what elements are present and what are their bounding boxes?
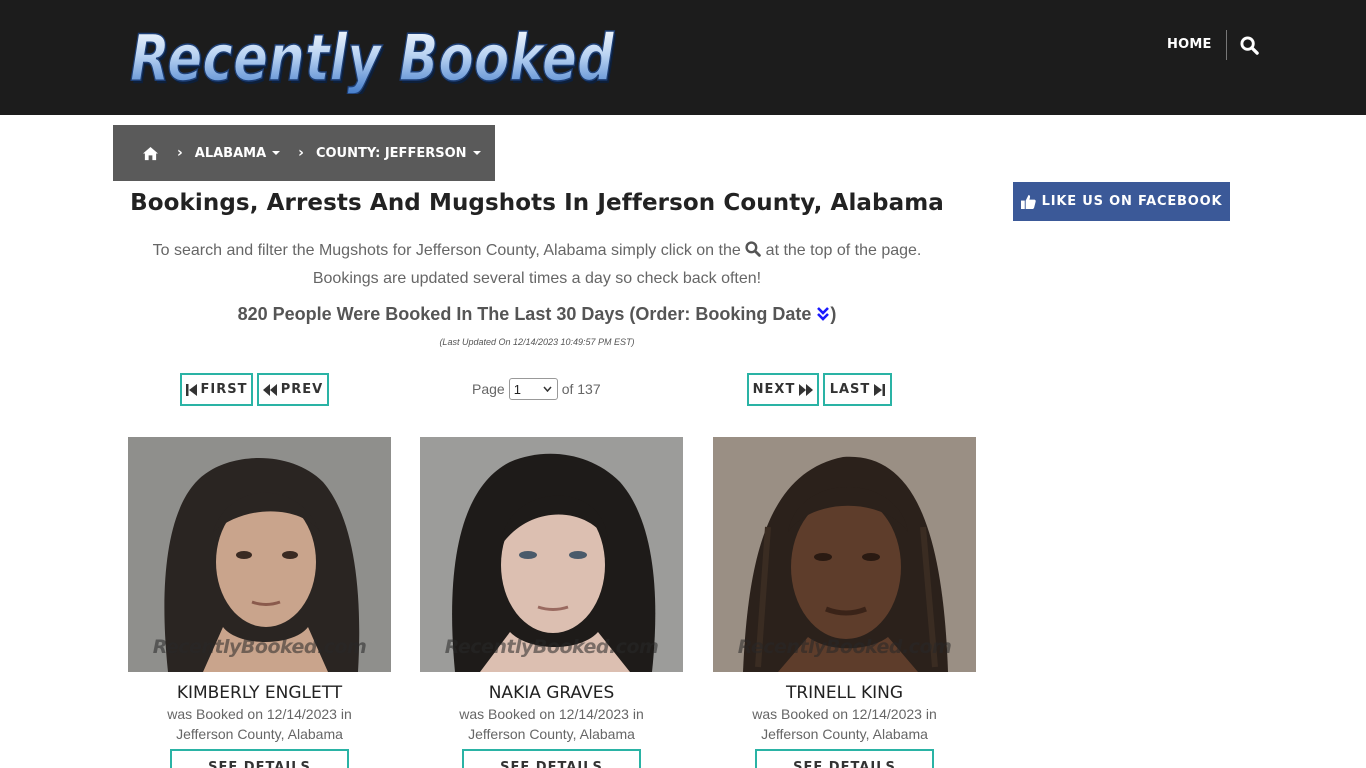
intro-text: To search and filter the Mugshots for Je… [113,238,961,292]
see-details-button[interactable]: SEE DETAILS [170,749,349,768]
booking-count-text: 820 People Were Booked In The Last 30 Da… [237,304,812,324]
page-select-value: 1 [513,381,521,397]
booking-card[interactable]: RecentlyBooked.com TRINELL KING was Book… [713,437,976,768]
nav-home-link[interactable]: HOME [1160,30,1227,60]
last-page-button[interactable]: LAST [823,373,892,406]
thumbs-up-icon [1020,194,1036,209]
person-name[interactable]: TRINELL KING [713,683,976,703]
search-icon [1240,35,1259,55]
booking-location-line: Jefferson County, Alabama [761,726,928,742]
mugshot-photo[interactable]: RecentlyBooked.com [128,437,391,672]
double-chevron-down-icon [817,307,830,321]
backward-icon [262,383,277,396]
page-title: Bookings, Arrests And Mugshots In Jeffer… [130,190,944,216]
photo-watermark: RecentlyBooked.com [444,636,659,658]
booking-location-line: Jefferson County, Alabama [468,726,635,742]
site-logo[interactable]: Recently Booked Recently Booked [126,18,616,94]
site-header: Recently Booked Recently Booked HOME [0,0,1366,115]
booking-card[interactable]: RecentlyBooked.com KIMBERLY ENGLETT was … [128,437,391,768]
booking-count-close: ) [830,304,837,324]
page-select[interactable]: 1 [508,378,558,400]
booking-count: 820 People Were Booked In The Last 30 Da… [113,304,961,327]
booking-card[interactable]: RecentlyBooked.com NAKIA GRAVES was Book… [420,437,683,768]
breadcrumb: › ALABAMA › COUNTY: JEFFERSON [113,125,495,181]
facebook-like-button[interactable]: LIKE US ON FACEBOOK [1013,182,1230,221]
home-icon [143,146,158,160]
last-page-label: LAST [829,382,871,397]
prev-page-label: PREV [280,382,324,397]
caret-down-icon [272,151,281,155]
next-page-label: NEXT [752,382,796,397]
facebook-like-label: LIKE US ON FACEBOOK [1041,194,1223,209]
breadcrumb-county-dropdown[interactable]: COUNTY: JEFFERSON [316,146,481,161]
booking-date-line: was Booked on 12/14/2023 in [459,706,644,722]
see-details-button[interactable]: SEE DETAILS [755,749,934,768]
prev-page-button[interactable]: PREV [257,373,329,406]
step-backward-icon [185,383,197,396]
breadcrumb-separator: › [298,145,304,161]
chevron-down-icon [543,386,552,392]
booking-info: was Booked on 12/14/2023 in Jefferson Co… [713,704,976,744]
mugshot-photo[interactable]: RecentlyBooked.com [713,437,976,672]
intro-part1: To search and filter the Mugshots for Je… [152,242,741,259]
breadcrumb-state-dropdown[interactable]: ALABAMA [194,145,281,161]
page-label: Page [472,381,505,397]
logo-text: Recently Booked [130,22,615,94]
last-updated: (Last Updated On 12/14/2023 10:49:57 PM … [439,337,635,347]
first-page-button[interactable]: FIRST [180,373,253,406]
photo-watermark: RecentlyBooked.com [152,636,367,658]
top-nav: HOME [1160,30,1273,60]
order-toggle[interactable] [816,306,830,327]
forward-icon [799,383,814,396]
person-name[interactable]: KIMBERLY ENGLETT [128,683,391,703]
booking-info: was Booked on 12/14/2023 in Jefferson Co… [420,704,683,744]
mugshot-photo[interactable]: RecentlyBooked.com [420,437,683,672]
breadcrumb-home[interactable] [142,146,159,161]
intro-part2: at the top of the page. [765,242,922,259]
intro-line2: Bookings are updated several times a day… [312,270,762,287]
search-button[interactable] [1227,30,1273,60]
see-details-button[interactable]: SEE DETAILS [462,749,641,768]
page-total: of 137 [561,381,601,397]
next-page-button[interactable]: NEXT [747,373,819,406]
booking-info: was Booked on 12/14/2023 in Jefferson Co… [128,704,391,744]
breadcrumb-county-label: COUNTY: JEFFERSON [315,145,467,161]
breadcrumb-separator: › [177,145,183,161]
page-selector: Page 1 of 137 [472,378,601,400]
booking-date-line: was Booked on 12/14/2023 in [167,706,352,722]
photo-watermark: RecentlyBooked.com [737,636,952,658]
search-icon [745,240,762,266]
breadcrumb-state-label: ALABAMA [194,145,267,161]
first-page-label: FIRST [200,382,248,397]
booking-date-line: was Booked on 12/14/2023 in [752,706,937,722]
booking-location-line: Jefferson County, Alabama [176,726,343,742]
caret-down-icon [472,151,481,155]
step-forward-icon [874,383,886,396]
person-name[interactable]: NAKIA GRAVES [420,683,683,703]
